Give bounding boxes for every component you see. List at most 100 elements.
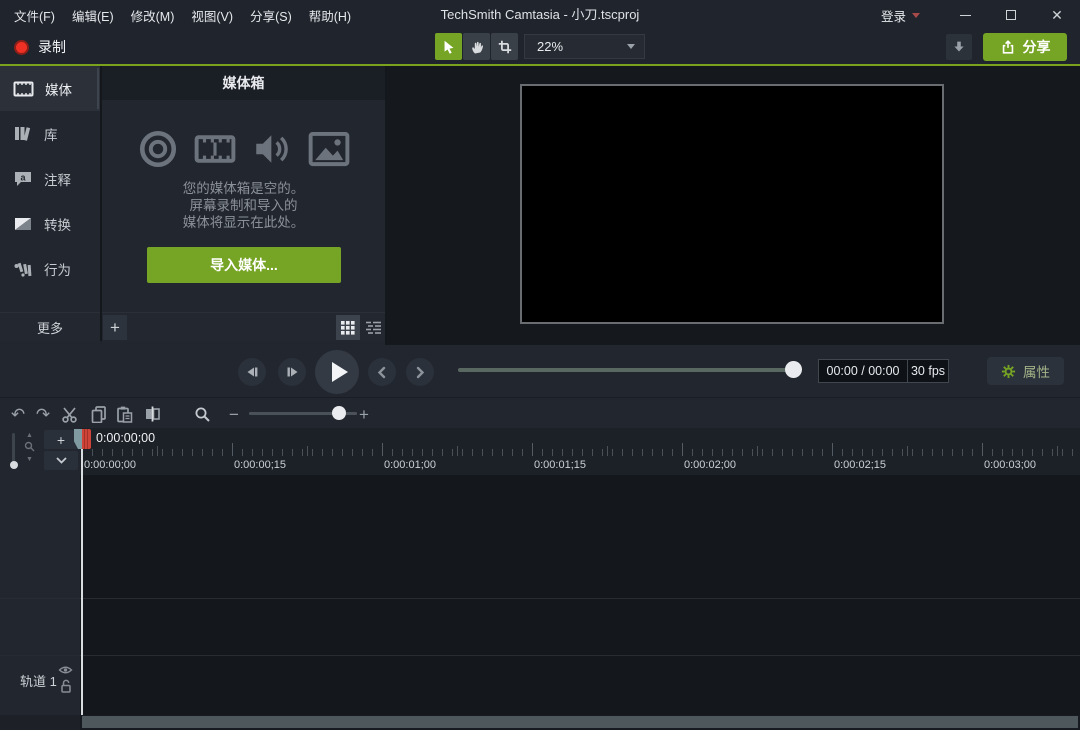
add-track-button[interactable]: +	[44, 430, 78, 449]
play-button[interactable]	[315, 350, 359, 394]
close-button[interactable]: ✕	[1034, 0, 1080, 30]
track-1-label: 轨道 1	[20, 671, 57, 690]
timeline-zoom-slider-knob[interactable]	[332, 406, 346, 420]
film-icon	[13, 81, 34, 97]
audio-speaker-icon	[251, 128, 293, 170]
maximize-button[interactable]	[988, 0, 1034, 30]
menu-edit[interactable]: 编辑(E)	[72, 6, 114, 25]
chevron-right-icon	[414, 366, 426, 379]
timeline-zoom-button[interactable]	[192, 404, 212, 424]
sidebar-item-annotations[interactable]: a 注释	[0, 156, 100, 201]
record-circle-icon	[137, 128, 179, 170]
import-media-button[interactable]: 导入媒体...	[147, 247, 341, 283]
next-frame-button[interactable]	[278, 358, 306, 386]
paste-button[interactable]	[114, 404, 134, 424]
sidebar: 媒体 库 a 注释 转换 行为 更多	[0, 66, 100, 345]
ruler-label: 0:00:00;00	[84, 459, 136, 471]
crop-tool-button[interactable]	[491, 33, 518, 60]
media-bin-bottom-bar: +	[102, 312, 385, 341]
transition-icon	[13, 216, 33, 232]
previous-frame-button[interactable]	[238, 358, 266, 386]
list-view-button[interactable]	[361, 315, 385, 340]
properties-button[interactable]: 属性	[987, 357, 1064, 385]
redo-icon: ↷	[36, 406, 50, 423]
hand-icon	[469, 39, 485, 55]
gear-icon	[1001, 364, 1016, 379]
magnifier-icon	[194, 406, 211, 423]
chevron-down-icon	[627, 44, 635, 49]
signin-button[interactable]: 登录	[881, 0, 920, 30]
preview-canvas[interactable]	[520, 84, 944, 324]
redo-button[interactable]: ↷	[33, 404, 53, 424]
more-label: 更多	[37, 318, 63, 337]
horizontal-scrollbar[interactable]	[0, 715, 1080, 730]
sidebar-item-behaviors[interactable]: 行为	[0, 246, 100, 291]
menu-file[interactable]: 文件(F)	[14, 6, 55, 25]
share-label: 分享	[1023, 37, 1051, 57]
canvas-zoom-value: 22%	[525, 39, 627, 54]
menu-modify[interactable]: 修改(M)	[131, 6, 175, 25]
timeline-tracks[interactable]: 轨道 1	[0, 475, 1080, 715]
track-height-slider-knob[interactable]	[10, 461, 18, 469]
signin-label: 登录	[881, 6, 906, 25]
add-media-button[interactable]: +	[103, 315, 127, 340]
undo-button[interactable]: ↶	[8, 404, 28, 424]
menu-help[interactable]: 帮助(H)	[309, 6, 351, 25]
media-bin-panel: 媒体箱 您的媒体箱是空的。 屏幕录制和导入的 媒体将显示在此处。 导入媒体...…	[102, 66, 385, 345]
zoom-up-arrow-icon[interactable]: ▲	[26, 432, 33, 439]
grid-view-button[interactable]	[336, 315, 360, 340]
jump-forward-button[interactable]	[406, 358, 434, 386]
pan-tool-button[interactable]	[463, 33, 490, 60]
track-divider	[0, 655, 1080, 656]
playhead-line[interactable]	[81, 449, 83, 715]
sidebar-item-media[interactable]: 媒体	[0, 66, 100, 111]
media-bin-empty-icons	[102, 128, 385, 170]
playhead-time-label: 0:00:00;00	[96, 431, 155, 445]
playhead-selection-end-handle[interactable]	[82, 429, 91, 449]
scrollbar-thumb[interactable]	[82, 716, 1078, 728]
window-controls: ✕	[942, 0, 1080, 30]
fps-display: 30 fps	[907, 359, 949, 383]
copy-button[interactable]	[88, 404, 108, 424]
jump-back-button[interactable]	[368, 358, 396, 386]
sidebar-item-label: 转换	[44, 214, 71, 234]
eye-icon	[58, 665, 73, 675]
select-tool-button[interactable]	[435, 33, 462, 60]
split-button[interactable]	[142, 404, 162, 424]
minimize-button[interactable]	[942, 0, 988, 30]
track-visibility-toggle[interactable]	[58, 665, 73, 675]
record-button[interactable]: 录制	[8, 33, 72, 61]
sidebar-item-transitions[interactable]: 转换	[0, 201, 100, 246]
timeline-ruler[interactable]: 0:00:00;00 0:00:00;15 0:00:01;00 0:00:01…	[0, 428, 1080, 475]
sidebar-item-library[interactable]: 库	[0, 111, 100, 156]
menu-view[interactable]: 视图(V)	[191, 6, 233, 25]
canvas-zoom-dropdown[interactable]: 22%	[524, 34, 645, 59]
record-label: 录制	[38, 37, 66, 57]
share-button[interactable]: 分享	[983, 33, 1067, 61]
sidebar-item-label: 行为	[44, 259, 71, 279]
cut-button[interactable]	[60, 404, 80, 424]
close-icon: ✕	[1051, 8, 1063, 22]
zoom-down-arrow-icon[interactable]: ▼	[26, 456, 33, 463]
seek-slider-knob[interactable]	[785, 361, 802, 378]
empty-line-3: 媒体将显示在此处。	[102, 214, 385, 231]
download-arrow-icon	[951, 39, 967, 55]
chevron-down-icon	[56, 457, 67, 464]
seek-slider-track[interactable]	[458, 368, 801, 372]
next-frame-icon	[286, 366, 299, 378]
export-button[interactable]	[946, 34, 972, 60]
collapse-tracks-button[interactable]	[44, 451, 78, 470]
minimize-icon	[960, 15, 971, 16]
sidebar-more-button[interactable]: 更多	[0, 312, 100, 341]
menu-share[interactable]: 分享(S)	[250, 6, 292, 25]
sidebar-item-label: 注释	[44, 169, 71, 189]
behaviors-icon	[13, 260, 33, 278]
timeline-toolbar: ↶ ↷ − +	[0, 397, 1080, 428]
timeline-zoom-in-button[interactable]: +	[354, 404, 374, 424]
playback-controls: 00:00 / 00:00 30 fps 属性	[0, 345, 1080, 397]
ruler-gutter: ▲ ▼ +	[0, 428, 80, 475]
track-lock-toggle[interactable]	[60, 679, 72, 693]
scissors-icon	[61, 406, 79, 423]
crop-icon	[497, 39, 513, 55]
timeline-zoom-out-button[interactable]: −	[224, 404, 244, 424]
